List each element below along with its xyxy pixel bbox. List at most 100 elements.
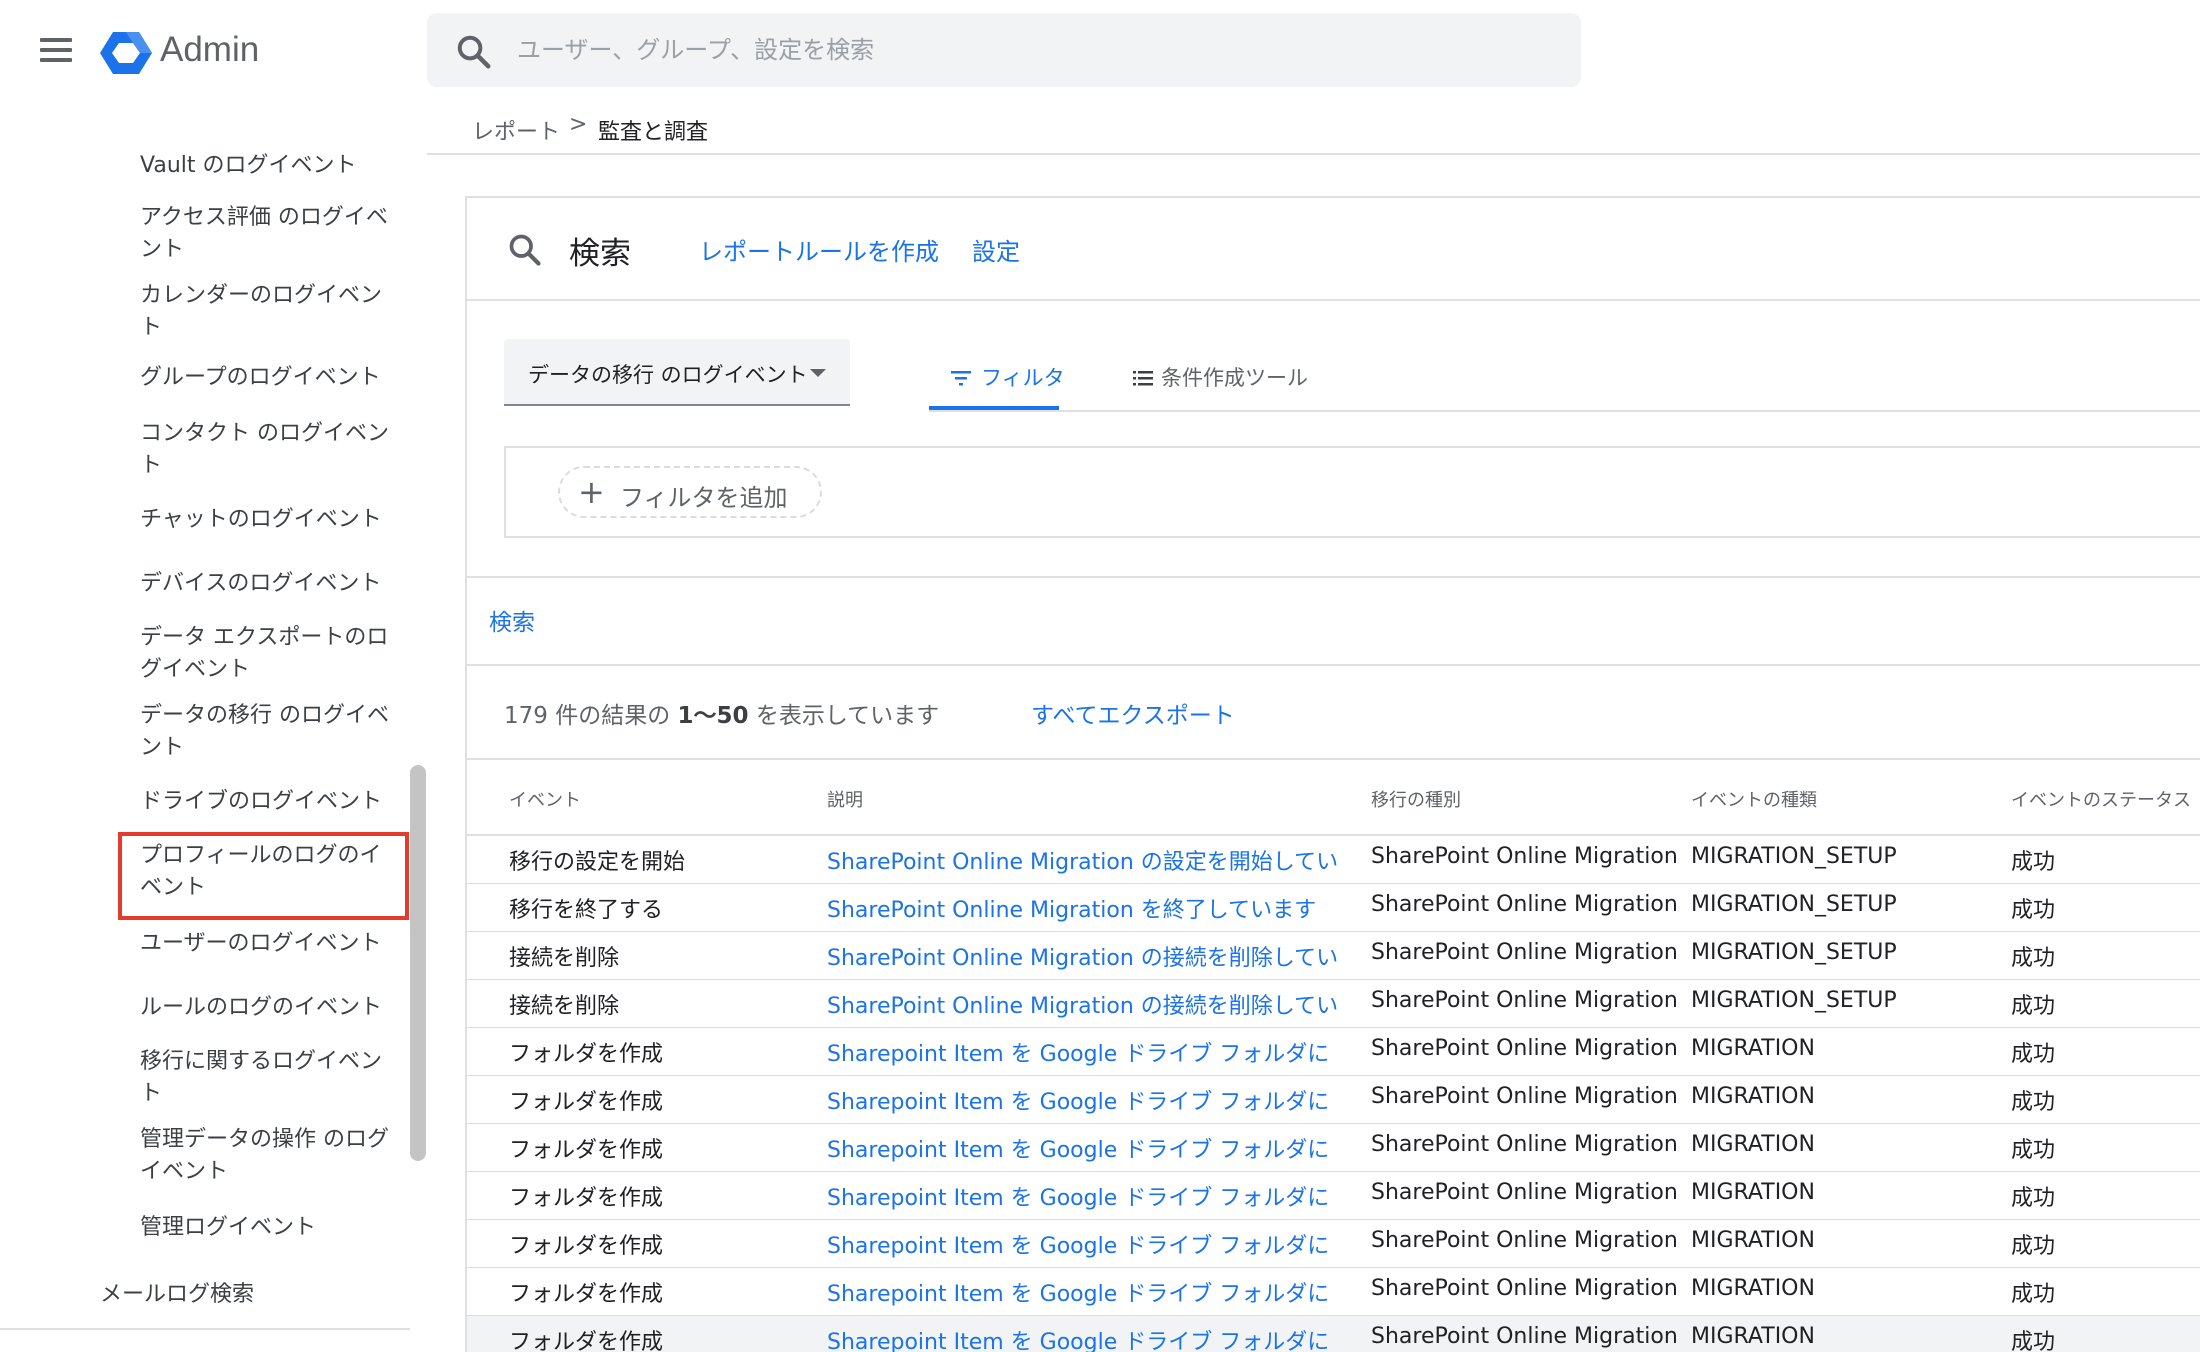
cell-description[interactable]: Sharepoint Item を Google ドライブ フォルダに bbox=[827, 1036, 1337, 1068]
plus-icon: + bbox=[578, 473, 605, 511]
cell-event-type: MIGRATION bbox=[1691, 1180, 1815, 1205]
cell-description[interactable]: Sharepoint Item を Google ドライブ フォルダに bbox=[827, 1132, 1337, 1164]
filter-panel: + フィルタを追加 bbox=[504, 446, 2200, 538]
data-source-value: データの移行 のログイベント bbox=[528, 363, 808, 387]
cell-event: フォルダを作成 bbox=[509, 1282, 664, 1307]
cell-description[interactable]: SharePoint Online Migration の接続を削除してい bbox=[827, 940, 1337, 972]
cell-event: 移行を終了する bbox=[509, 898, 664, 923]
sidebar-item-drive[interactable]: ドライブのログイベント bbox=[140, 786, 400, 818]
cell-event: 移行の設定を開始 bbox=[509, 850, 686, 875]
cell-migration-type: SharePoint Online Migration bbox=[1371, 844, 1678, 869]
card-title: 検索 bbox=[569, 236, 631, 272]
sidebar-item-migration[interactable]: 移行に関するログイベント bbox=[140, 1046, 400, 1110]
search-input[interactable] bbox=[517, 13, 1517, 87]
column-header-migration-type[interactable]: 移行の種別 bbox=[1371, 786, 1461, 812]
section-divider bbox=[467, 664, 2200, 666]
table-row[interactable]: フォルダを作成 Sharepoint Item を Google ドライブ フォル… bbox=[467, 1124, 2200, 1172]
tab-builder-label: 条件作成ツール bbox=[1161, 366, 1308, 390]
cell-status: 成功 bbox=[2011, 946, 2056, 971]
cell-description[interactable]: Sharepoint Item を Google ドライブ フォルダに bbox=[827, 1228, 1337, 1260]
cell-status: 成功 bbox=[2011, 1042, 2056, 1067]
cell-migration-type: SharePoint Online Migration bbox=[1371, 1132, 1678, 1157]
cell-description[interactable]: Sharepoint Item を Google ドライブ フォルダに bbox=[827, 1084, 1337, 1116]
tab-filter[interactable]: フィルタ bbox=[929, 348, 1065, 410]
admin-logo-icon bbox=[100, 32, 152, 74]
column-header-description[interactable]: 説明 bbox=[827, 786, 1337, 812]
table-row[interactable]: フォルダを作成 Sharepoint Item を Google ドライブ フォル… bbox=[467, 1316, 2200, 1352]
table-row[interactable]: フォルダを作成 Sharepoint Item を Google ドライブ フォル… bbox=[467, 1172, 2200, 1220]
cell-migration-type: SharePoint Online Migration bbox=[1371, 1084, 1678, 1109]
sidebar-item-admin-data-action[interactable]: 管理データの操作 のログイベント bbox=[140, 1124, 400, 1188]
settings-link[interactable]: 設定 bbox=[972, 232, 1020, 267]
cell-migration-type: SharePoint Online Migration bbox=[1371, 1228, 1678, 1253]
sidebar-item-chat[interactable]: チャットのログイベント bbox=[140, 504, 400, 536]
search-button[interactable]: 検索 bbox=[489, 603, 535, 637]
table-row[interactable]: フォルダを作成 Sharepoint Item を Google ドライブ フォル… bbox=[467, 1028, 2200, 1076]
filter-icon bbox=[951, 371, 971, 386]
cell-event-type: MIGRATION bbox=[1691, 1228, 1815, 1253]
add-filter-button[interactable]: + フィルタを追加 bbox=[558, 466, 822, 518]
column-header-event-status[interactable]: イベントのステータス bbox=[2011, 786, 2191, 812]
global-search[interactable] bbox=[427, 13, 1581, 87]
cell-event-type: MIGRATION_SETUP bbox=[1691, 940, 1897, 965]
sidebar-scrollbar[interactable] bbox=[410, 765, 426, 1161]
cell-description[interactable]: Sharepoint Item を Google ドライブ フォルダに bbox=[827, 1276, 1337, 1308]
sidebar-item-vault[interactable]: Vault のログイベント bbox=[140, 150, 400, 182]
cell-migration-type: SharePoint Online Migration bbox=[1371, 1324, 1678, 1349]
cell-migration-type: SharePoint Online Migration bbox=[1371, 892, 1678, 917]
card-header: 検索 レポートルールを作成 設定 bbox=[467, 198, 2200, 301]
sidebar-item-profile[interactable]: プロフィールのログのイベント bbox=[140, 840, 400, 904]
cell-event-type: MIGRATION bbox=[1691, 1036, 1815, 1061]
sidebar-item-calendar[interactable]: カレンダーのログイベント bbox=[140, 280, 400, 344]
search-icon bbox=[457, 35, 491, 69]
results-table: イベント 説明 移行の種別 イベントの種類 イベントのステータス 移行の設定を開… bbox=[467, 758, 2200, 1352]
cell-event: フォルダを作成 bbox=[509, 1042, 664, 1067]
cell-description[interactable]: SharePoint Online Migration の接続を削除してい bbox=[827, 988, 1337, 1020]
sidebar-item-users[interactable]: ユーザーのログイベント bbox=[140, 928, 400, 960]
cell-description[interactable]: SharePoint Online Migration の設定を開始してい bbox=[827, 844, 1337, 876]
results-range: 1〜50 bbox=[677, 703, 749, 729]
table-row[interactable]: 移行を終了する SharePoint Online Migration を終了して… bbox=[467, 884, 2200, 932]
cell-event-type: MIGRATION bbox=[1691, 1084, 1815, 1109]
table-row[interactable]: 接続を削除 SharePoint Online Migration の接続を削除し… bbox=[467, 980, 2200, 1028]
cell-event: フォルダを作成 bbox=[509, 1330, 664, 1352]
cell-migration-type: SharePoint Online Migration bbox=[1371, 988, 1678, 1013]
table-row[interactable]: 接続を削除 SharePoint Online Migration の接続を削除し… bbox=[467, 932, 2200, 980]
column-header-event-type[interactable]: イベントの種類 bbox=[1691, 786, 1817, 812]
sidebar-item-devices[interactable]: デバイスのログイベント bbox=[140, 568, 400, 600]
cell-status: 成功 bbox=[2011, 1186, 2056, 1211]
tab-condition-builder[interactable]: 条件作成ツール bbox=[1123, 348, 1313, 410]
table-row[interactable]: フォルダを作成 Sharepoint Item を Google ドライブ フォル… bbox=[467, 1076, 2200, 1124]
app-title[interactable]: Admin bbox=[160, 30, 259, 70]
cell-description[interactable]: SharePoint Online Migration を終了しています bbox=[827, 892, 1337, 924]
sidebar-item-contacts[interactable]: コンタクト のログイベント bbox=[140, 418, 400, 482]
sidebar-item-data-export[interactable]: データ エクスポートのログイベント bbox=[140, 622, 400, 686]
cell-description[interactable]: Sharepoint Item を Google ドライブ フォルダに bbox=[827, 1324, 1337, 1352]
sidebar-item-data-migration[interactable]: データの移行 のログイベント bbox=[140, 700, 400, 764]
sidebar-item-mail-log-search[interactable]: メールログ検索 bbox=[100, 1276, 254, 1308]
table-row[interactable]: フォルダを作成 Sharepoint Item を Google ドライブ フォル… bbox=[467, 1268, 2200, 1316]
section-divider bbox=[467, 576, 2200, 578]
dropdown-caret-icon bbox=[810, 369, 826, 377]
menu-bar bbox=[40, 38, 72, 42]
cell-event: フォルダを作成 bbox=[509, 1138, 664, 1163]
sidebar-item-groups[interactable]: グループのログイベント bbox=[140, 362, 400, 394]
sidebar-item-access-evaluation[interactable]: アクセス評価 のログイベント bbox=[140, 202, 400, 266]
results-prefix: 179 件の結果の bbox=[504, 703, 671, 729]
sidebar-item-admin[interactable]: 管理ログイベント bbox=[140, 1212, 400, 1244]
data-source-select[interactable]: データの移行 のログイベント bbox=[504, 339, 850, 406]
table-row[interactable]: 移行の設定を開始 SharePoint Online Migration の設定を… bbox=[467, 836, 2200, 884]
cell-status: 成功 bbox=[2011, 1330, 2056, 1352]
main-menu-button[interactable] bbox=[40, 38, 72, 62]
sidebar-item-rules[interactable]: ルールのログのイベント bbox=[140, 992, 400, 1024]
create-report-rule-link[interactable]: レポートルールを作成 bbox=[699, 232, 939, 267]
menu-bar bbox=[40, 58, 72, 62]
breadcrumb-reports[interactable]: レポート bbox=[472, 114, 560, 146]
column-header-event[interactable]: イベント bbox=[509, 786, 581, 812]
cell-migration-type: SharePoint Online Migration bbox=[1371, 1036, 1678, 1061]
table-header: イベント 説明 移行の種別 イベントの種類 イベントのステータス bbox=[467, 758, 2200, 836]
cell-description[interactable]: Sharepoint Item を Google ドライブ フォルダに bbox=[827, 1180, 1337, 1212]
export-all-link[interactable]: すべてエクスポート bbox=[1031, 696, 1235, 730]
cell-event-type: MIGRATION_SETUP bbox=[1691, 892, 1897, 917]
table-row[interactable]: フォルダを作成 Sharepoint Item を Google ドライブ フォル… bbox=[467, 1220, 2200, 1268]
